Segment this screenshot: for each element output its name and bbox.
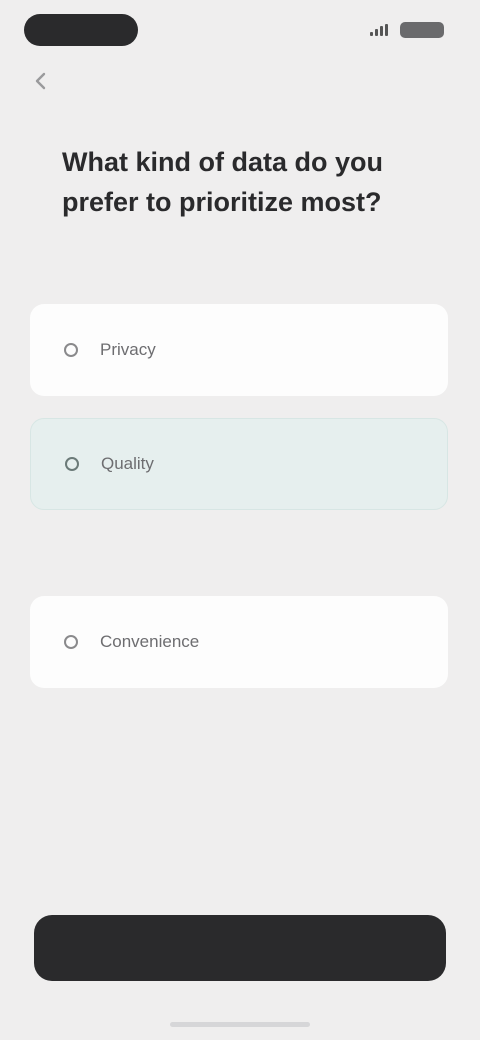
- option-convenience[interactable]: Convenience: [30, 596, 448, 688]
- continue-button[interactable]: [34, 915, 446, 981]
- chevron-left-icon[interactable]: [30, 70, 52, 92]
- battery-icon: [400, 22, 444, 38]
- radio-icon: [64, 343, 78, 357]
- option-quality[interactable]: Quality: [30, 418, 448, 510]
- question-title: What kind of data do you prefer to prior…: [62, 147, 383, 217]
- option-label: Quality: [101, 454, 154, 473]
- signal-icon: [370, 24, 390, 36]
- option-privacy[interactable]: Privacy: [30, 304, 448, 396]
- radio-icon: [64, 635, 78, 649]
- option-label: Convenience: [100, 632, 200, 651]
- status-bar: [0, 0, 480, 60]
- time-pill: [24, 14, 138, 46]
- nav-row: [30, 70, 64, 92]
- radio-selected-icon: [65, 457, 79, 471]
- home-indicator: [170, 1022, 310, 1027]
- option-label: Privacy: [100, 340, 156, 359]
- status-icons: [370, 22, 444, 38]
